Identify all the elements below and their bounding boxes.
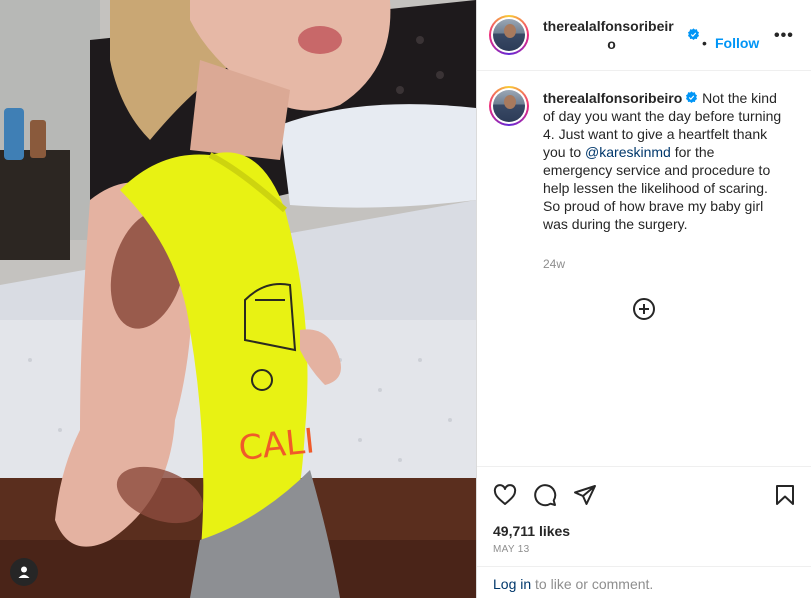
caption-text: therealalfonsoribeiro Not the kind of da… <box>543 89 783 233</box>
caption-timestamp[interactable]: 24w <box>543 257 565 271</box>
likes-count[interactable]: 49,711 likes <box>493 523 570 539</box>
caption-mention-link[interactable]: @kareskinmd <box>585 144 671 160</box>
login-prompt-rest: to like or comment. <box>531 576 654 592</box>
person-icon <box>18 566 30 578</box>
child-injury-photo: CALI <box>0 0 476 598</box>
heart-icon[interactable] <box>493 483 517 507</box>
caption-avatar[interactable] <box>489 86 529 126</box>
follow-button[interactable]: Follow <box>715 35 759 51</box>
author-username[interactable]: therealalfonsoribeir o <box>543 17 683 53</box>
separator-dot: • <box>702 35 707 51</box>
author-username-line2: o <box>607 36 616 52</box>
post-photo[interactable]: CALI <box>0 0 476 598</box>
paper-plane-icon[interactable] <box>573 483 597 507</box>
post-header: therealalfonsoribeir o • Follow ••• <box>477 0 811 71</box>
speech-bubble-icon[interactable] <box>533 483 557 507</box>
post-date[interactable]: MAY 13 <box>493 544 529 555</box>
login-link[interactable]: Log in <box>493 576 531 592</box>
svg-text:CALI: CALI <box>237 421 317 469</box>
more-options-button[interactable]: ••• <box>774 27 794 45</box>
bookmark-icon[interactable] <box>773 483 797 507</box>
verified-badge-icon <box>687 28 700 41</box>
author-avatar[interactable] <box>489 15 529 55</box>
instagram-post: CALI therealalfonsoribeir o • Follow •••… <box>0 0 811 598</box>
add-circle-icon[interactable] <box>632 297 656 321</box>
tagged-people-button[interactable] <box>10 558 38 586</box>
login-prompt-text: Log in to like or comment. <box>493 576 653 592</box>
post-actions: 49,711 likes MAY 13 Log in to like or co… <box>477 466 811 598</box>
action-icons <box>493 483 798 507</box>
verified-badge-icon <box>686 91 698 104</box>
author-username-line1: therealalfonsoribeir <box>543 18 674 34</box>
post-side-panel: therealalfonsoribeir o • Follow ••• ther… <box>476 0 811 598</box>
caption-username[interactable]: therealalfonsoribeiro <box>543 90 682 106</box>
login-prompt: Log in to like or comment. <box>477 566 811 599</box>
